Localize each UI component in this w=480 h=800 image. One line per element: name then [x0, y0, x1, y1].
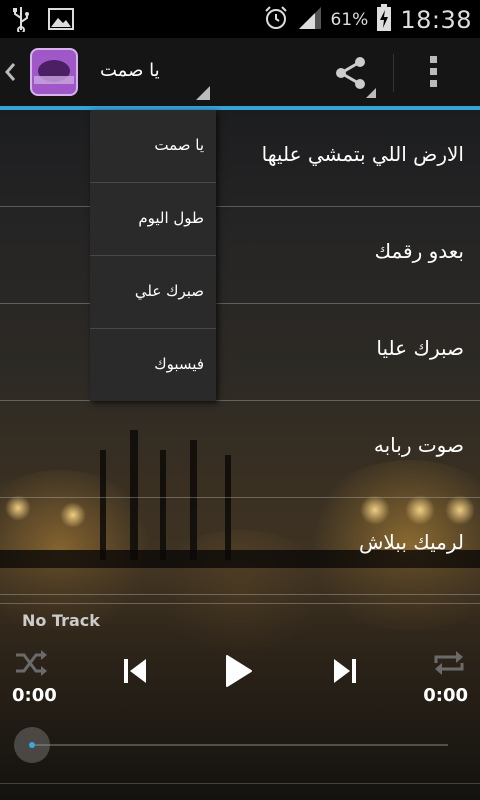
track-row[interactable]: صبرك عليا [0, 304, 480, 401]
overflow-menu-icon[interactable] [430, 56, 438, 92]
dropdown-item-label: فيسبوك [154, 355, 204, 373]
playlist-dropdown-menu: يا صمت طول اليوم صبرك علي فيسبوك [90, 110, 216, 401]
playlist-spinner[interactable]: يا صمت [100, 60, 160, 81]
battery-percent: 61% [330, 10, 369, 30]
repeat-icon[interactable] [432, 649, 466, 681]
seek-thumb[interactable] [14, 727, 50, 763]
dropdown-item[interactable]: يا صمت [90, 110, 216, 183]
divider [0, 783, 480, 784]
track-title: صبرك عليا [376, 336, 464, 360]
play-icon[interactable] [224, 653, 254, 693]
track-title: بعدو رقمك [374, 239, 464, 263]
image-icon [48, 8, 74, 34]
share-icon[interactable] [334, 56, 368, 94]
share-dropdown-arrow-icon [366, 88, 376, 98]
track-list: الارض اللي بتمشي عليها بعدو رقمك صبرك عل… [0, 110, 480, 595]
next-icon[interactable] [332, 657, 358, 689]
track-title: الارض اللي بتمشي عليها [261, 142, 464, 166]
status-bar: 61% 18:38 [0, 0, 480, 38]
seek-bar[interactable] [32, 744, 448, 746]
track-title: صوت ربابه [373, 433, 464, 457]
track-row[interactable]: الارض اللي بتمشي عليها [0, 110, 480, 207]
divider [0, 603, 480, 604]
total-duration: 0:00 [423, 685, 468, 706]
dropdown-item-label: يا صمت [154, 136, 204, 154]
battery-charging-icon [376, 4, 392, 36]
track-row[interactable]: صوت ربابه [0, 401, 480, 498]
back-chevron-icon[interactable] [4, 62, 16, 86]
track-title: لرميك ببلاش [358, 530, 464, 554]
signal-icon [297, 5, 323, 35]
divider [393, 54, 394, 92]
app-logo[interactable] [30, 48, 78, 96]
usb-icon [12, 6, 30, 36]
dropdown-item[interactable]: طول اليوم [90, 183, 216, 256]
clock: 18:38 [400, 6, 472, 34]
track-row[interactable]: لرميك ببلاش [0, 498, 480, 595]
track-row[interactable]: بعدو رقمك [0, 207, 480, 304]
shuffle-icon[interactable] [14, 649, 48, 681]
player-panel: No Track 0:00 0:00 [0, 603, 480, 800]
elapsed-time: 0:00 [12, 685, 57, 706]
spinner-arrow-icon [196, 86, 210, 100]
action-bar: يا صمت [0, 38, 480, 110]
dropdown-item[interactable]: فيسبوك [90, 329, 216, 402]
alarm-icon [263, 5, 289, 35]
dropdown-item-label: طول اليوم [138, 209, 204, 227]
now-playing-label: No Track [22, 611, 100, 630]
dropdown-item-label: صبرك علي [134, 282, 204, 300]
dropdown-item[interactable]: صبرك علي [90, 256, 216, 329]
previous-icon[interactable] [122, 657, 148, 689]
